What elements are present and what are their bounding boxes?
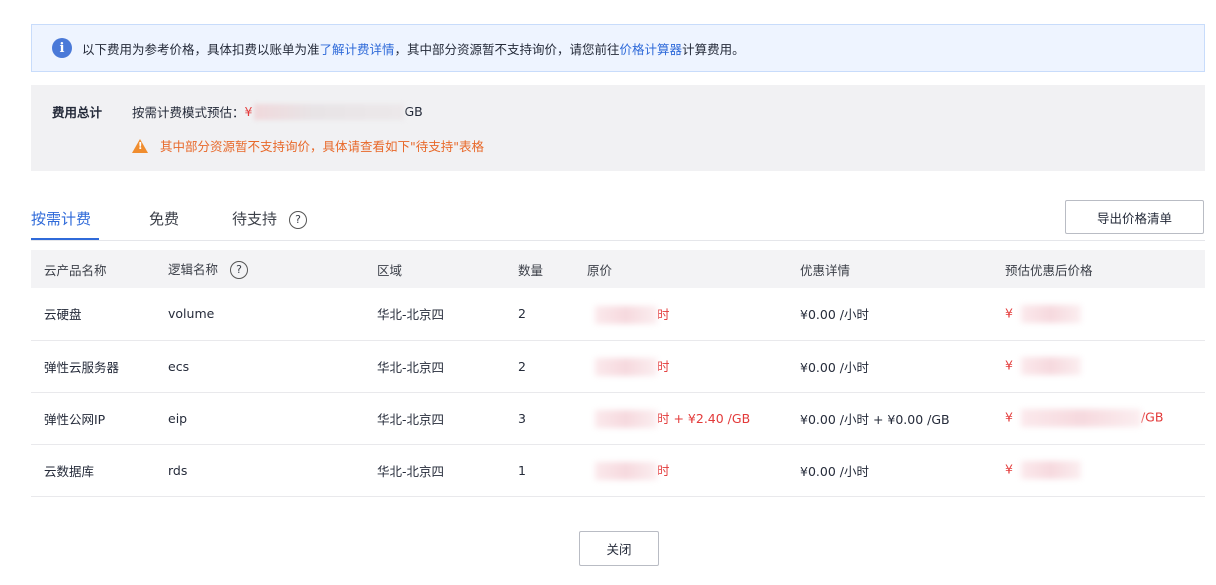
notice-text-middle: ，其中部分资源暂不支持询价，请您前往: [394, 41, 620, 57]
cell-logical: ecs: [168, 358, 190, 374]
summary-mode: 按需计费模式预估： ¥ GB: [132, 102, 423, 121]
cell-orig-price: 时: [587, 288, 800, 340]
final-price-redacted: [1020, 461, 1081, 479]
summary-unit: GB: [404, 104, 423, 119]
pricing-tabs: 按需计费 免费 待支持?: [31, 200, 1205, 241]
orig-price-suffix: 时 + ¥2.40 /GB: [657, 410, 751, 426]
active-tab-indicator: [31, 238, 99, 240]
summary-price-redacted: [254, 103, 405, 120]
help-icon[interactable]: ?: [230, 260, 249, 279]
orig-price-redacted: [595, 462, 657, 481]
cell-logical: volume: [168, 306, 215, 322]
orig-price-suffix: 时: [657, 306, 670, 322]
header-logical: 逻辑名称?: [168, 250, 377, 288]
cell-orig-price: 时 + ¥2.40 /GB: [587, 392, 800, 444]
warning-icon: !: [132, 138, 148, 153]
notice-text-suffix: 计算费用。: [682, 41, 745, 57]
orig-price-redacted: [595, 306, 657, 324]
cell-region: 华北-北京四: [377, 359, 445, 375]
info-notice: i 以下费用为参考价格，具体扣费以账单为准 了解计费详情 ，其中部分资源暂不支持…: [31, 24, 1205, 72]
tab-pending[interactable]: 待支持?: [232, 208, 308, 229]
final-price-redacted: [1020, 409, 1141, 427]
summary-currency: ¥: [244, 104, 253, 119]
export-price-list-button[interactable]: 导出价格清单: [1065, 200, 1204, 234]
final-price-currency: ¥: [1005, 305, 1013, 321]
cell-product: 弹性云服务器: [44, 359, 120, 375]
final-price-currency: ¥: [1005, 409, 1013, 425]
billing-details-link[interactable]: 了解计费详情: [320, 39, 395, 58]
cost-summary: 费用总计 按需计费模式预估： ¥ GB ! 其中部分资源暂不支持询价，具体请查看…: [31, 85, 1205, 171]
cell-qty: 3: [518, 410, 526, 426]
cell-final-price: ¥: [1005, 340, 1205, 392]
tab-pending-label: 待支持: [232, 210, 278, 228]
final-price-redacted: [1020, 304, 1081, 323]
orig-price-suffix: 时: [657, 358, 670, 374]
cell-orig-price: 时: [587, 444, 800, 496]
orig-price-suffix: 时: [657, 462, 670, 478]
cell-region: 华北-北京四: [377, 307, 445, 323]
header-logical-label: 逻辑名称: [168, 262, 219, 278]
cell-orig-price: 时: [587, 340, 800, 392]
cell-final-price: ¥ /GB: [1005, 392, 1205, 444]
cell-logical: rds: [168, 462, 188, 478]
summary-mode-label: 按需计费模式预估：: [132, 105, 245, 120]
cell-discount: ¥0.00 /小时 + ¥0.00 /GB: [800, 411, 950, 427]
notice-text-prefix: 以下费用为参考价格，具体扣费以账单为准: [82, 41, 320, 57]
price-calculator-link[interactable]: 价格计算器: [620, 39, 683, 58]
table-header-row: 云产品名称 逻辑名称? 区域 数量 原价 优惠详情 预估优惠后价格: [31, 250, 1205, 288]
summary-warning: ! 其中部分资源暂不支持询价，具体请查看如下"待支持"表格: [132, 136, 484, 155]
price-table: 云产品名称 逻辑名称? 区域 数量 原价 优惠详情 预估优惠后价格 云硬盘 vo…: [31, 250, 1205, 497]
cell-product: 云数据库: [44, 463, 95, 479]
cell-logical: eip: [168, 410, 188, 426]
tab-on-demand[interactable]: 按需计费: [31, 208, 91, 229]
summary-warning-text: 其中部分资源暂不支持询价，具体请查看如下"待支持"表格: [160, 139, 485, 154]
final-price-currency: ¥: [1005, 357, 1013, 373]
header-region: 区域: [377, 262, 403, 278]
cell-qty: 1: [518, 462, 526, 478]
orig-price-redacted: [595, 410, 657, 429]
cell-final-price: ¥: [1005, 444, 1205, 496]
close-button[interactable]: 关闭: [579, 531, 659, 566]
cell-region: 华北-北京四: [377, 463, 445, 479]
cell-region: 华北-北京四: [377, 411, 445, 427]
header-product: 云产品名称: [44, 262, 107, 278]
orig-price-redacted: [595, 358, 657, 377]
help-icon[interactable]: ?: [289, 210, 308, 229]
cell-discount: ¥0.00 /小时: [800, 307, 869, 323]
cell-final-price: ¥: [1005, 288, 1205, 340]
table-row: 云硬盘 volume 华北-北京四 2 时 ¥0.00 /小时 ¥: [31, 288, 1205, 340]
cell-qty: 2: [518, 306, 526, 322]
table-row: 弹性云服务器 ecs 华北-北京四 2 时 ¥0.00 /小时 ¥: [31, 340, 1205, 392]
cell-discount: ¥0.00 /小时: [800, 359, 869, 375]
header-orig-price: 原价: [587, 262, 613, 278]
header-final-price: 预估优惠后价格: [1005, 262, 1093, 278]
final-price-suffix: /GB: [1140, 409, 1164, 425]
header-qty: 数量: [518, 262, 544, 278]
final-price-currency: ¥: [1005, 461, 1013, 477]
cell-product: 弹性公网IP: [44, 411, 106, 427]
cell-qty: 2: [518, 358, 526, 374]
summary-label: 费用总计: [52, 105, 103, 120]
final-price-redacted: [1020, 357, 1081, 375]
table-row: 弹性公网IP eip 华北-北京四 3 时 + ¥2.40 /GB ¥0.00 …: [31, 392, 1205, 444]
header-discount: 优惠详情: [800, 262, 851, 278]
table-row: 云数据库 rds 华北-北京四 1 时 ¥0.00 /小时 ¥: [31, 444, 1205, 496]
info-icon: i: [52, 38, 72, 58]
tab-free[interactable]: 免费: [149, 208, 179, 229]
cell-product: 云硬盘: [44, 307, 82, 323]
cell-discount: ¥0.00 /小时: [800, 463, 869, 479]
